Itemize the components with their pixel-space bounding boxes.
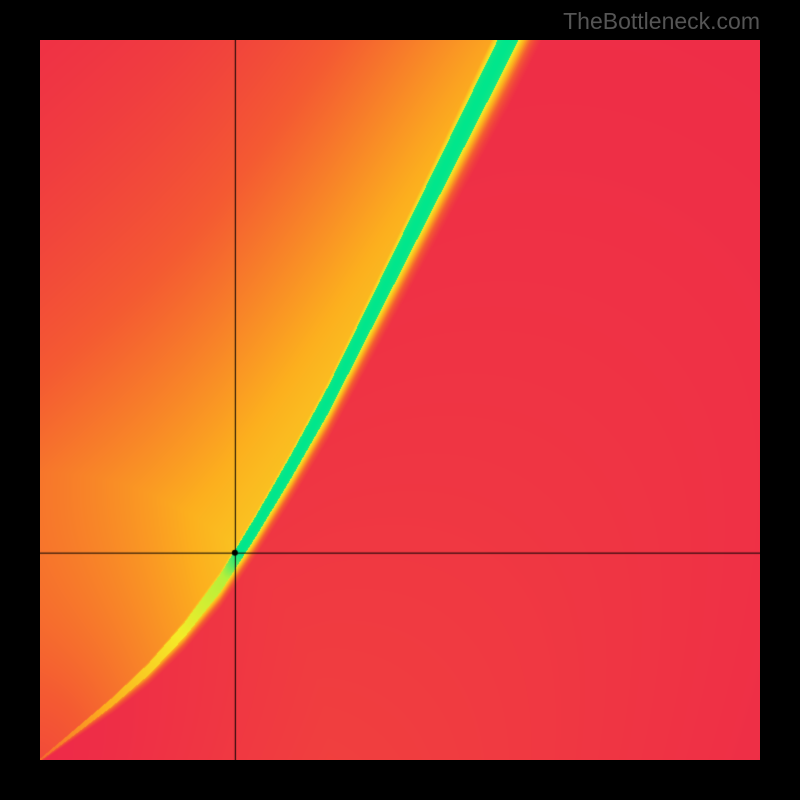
heatmap-canvas: [40, 40, 760, 760]
watermark: TheBottleneck.com: [563, 8, 760, 35]
heatmap-plot: [40, 40, 760, 760]
